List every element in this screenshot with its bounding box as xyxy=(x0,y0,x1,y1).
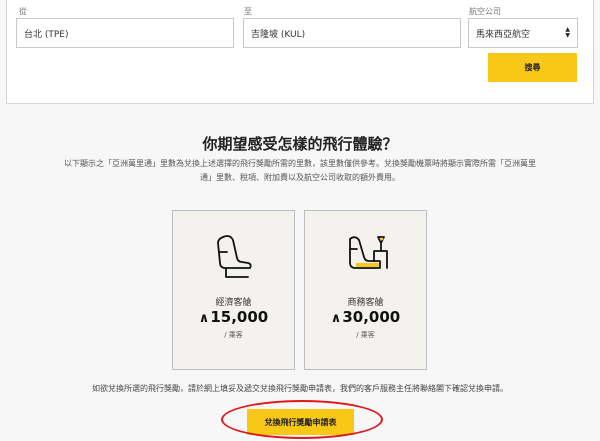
to-field[interactable]: 吉隆坡 (KUL) xyxy=(243,18,461,48)
from-label: 從 xyxy=(19,7,27,16)
card-name: 經濟客艙 xyxy=(215,298,252,308)
card-name: 商務客艙 xyxy=(347,298,384,308)
card-miles: ∧ 15,000 xyxy=(173,308,294,326)
from-value: 台北 (TPE) xyxy=(24,29,69,40)
search-panel: 從 台北 (TPE) 至 吉隆坡 (KUL) 航空公司 馬來西亞航空 ▲ ▼ 搜尋 xyxy=(6,0,594,104)
card-miles: ∧ 30,000 xyxy=(305,308,426,326)
asia-miles-logo-icon: ∧ xyxy=(330,311,342,326)
to-label: 至 xyxy=(244,7,252,16)
search-button[interactable]: 搜尋 xyxy=(488,53,577,82)
experience-headline: 你期望感受怎樣的飛行體驗？ xyxy=(202,135,398,153)
airline-value: 馬來西亞航空 xyxy=(476,29,531,40)
asia-miles-logo-icon: ∧ xyxy=(198,311,210,326)
select-arrows-icon: ▲ ▼ xyxy=(565,26,570,39)
card-unit: / 乘客 xyxy=(224,331,243,339)
business-seat-icon xyxy=(349,236,388,269)
from-field[interactable]: 台北 (TPE) xyxy=(16,18,234,48)
card-miles-value: 30,000 xyxy=(342,308,401,326)
card-miles-value: 15,000 xyxy=(210,308,269,326)
experience-intro: 以下顯示之「亞洲萬里通」里數為兌換上述選擇的飛行獎勵所需的里數，該里數僅供參考。… xyxy=(64,159,536,182)
to-value: 吉隆坡 (KUL) xyxy=(251,29,306,40)
economy-seat-icon xyxy=(217,235,252,278)
business-class-card[interactable]: 商務客艙 ∧ 30,000 / 乘客 xyxy=(304,210,427,370)
airline-label: 航空公司 xyxy=(469,7,501,16)
economy-class-card[interactable]: 經濟客艙 ∧ 15,000 / 乘客 xyxy=(172,210,295,370)
redeem-form-button[interactable]: 兌換飛行獎勵申請表 xyxy=(247,409,354,435)
card-unit: / 乘客 xyxy=(356,331,375,339)
redeem-note: 如欲兌換所選的飛行獎勵，請於網上填妥及遞交兌換飛行獎勵申請表，我們的客戶服務主任… xyxy=(92,384,508,393)
airline-select[interactable]: 馬來西亞航空 ▲ ▼ xyxy=(468,18,578,48)
